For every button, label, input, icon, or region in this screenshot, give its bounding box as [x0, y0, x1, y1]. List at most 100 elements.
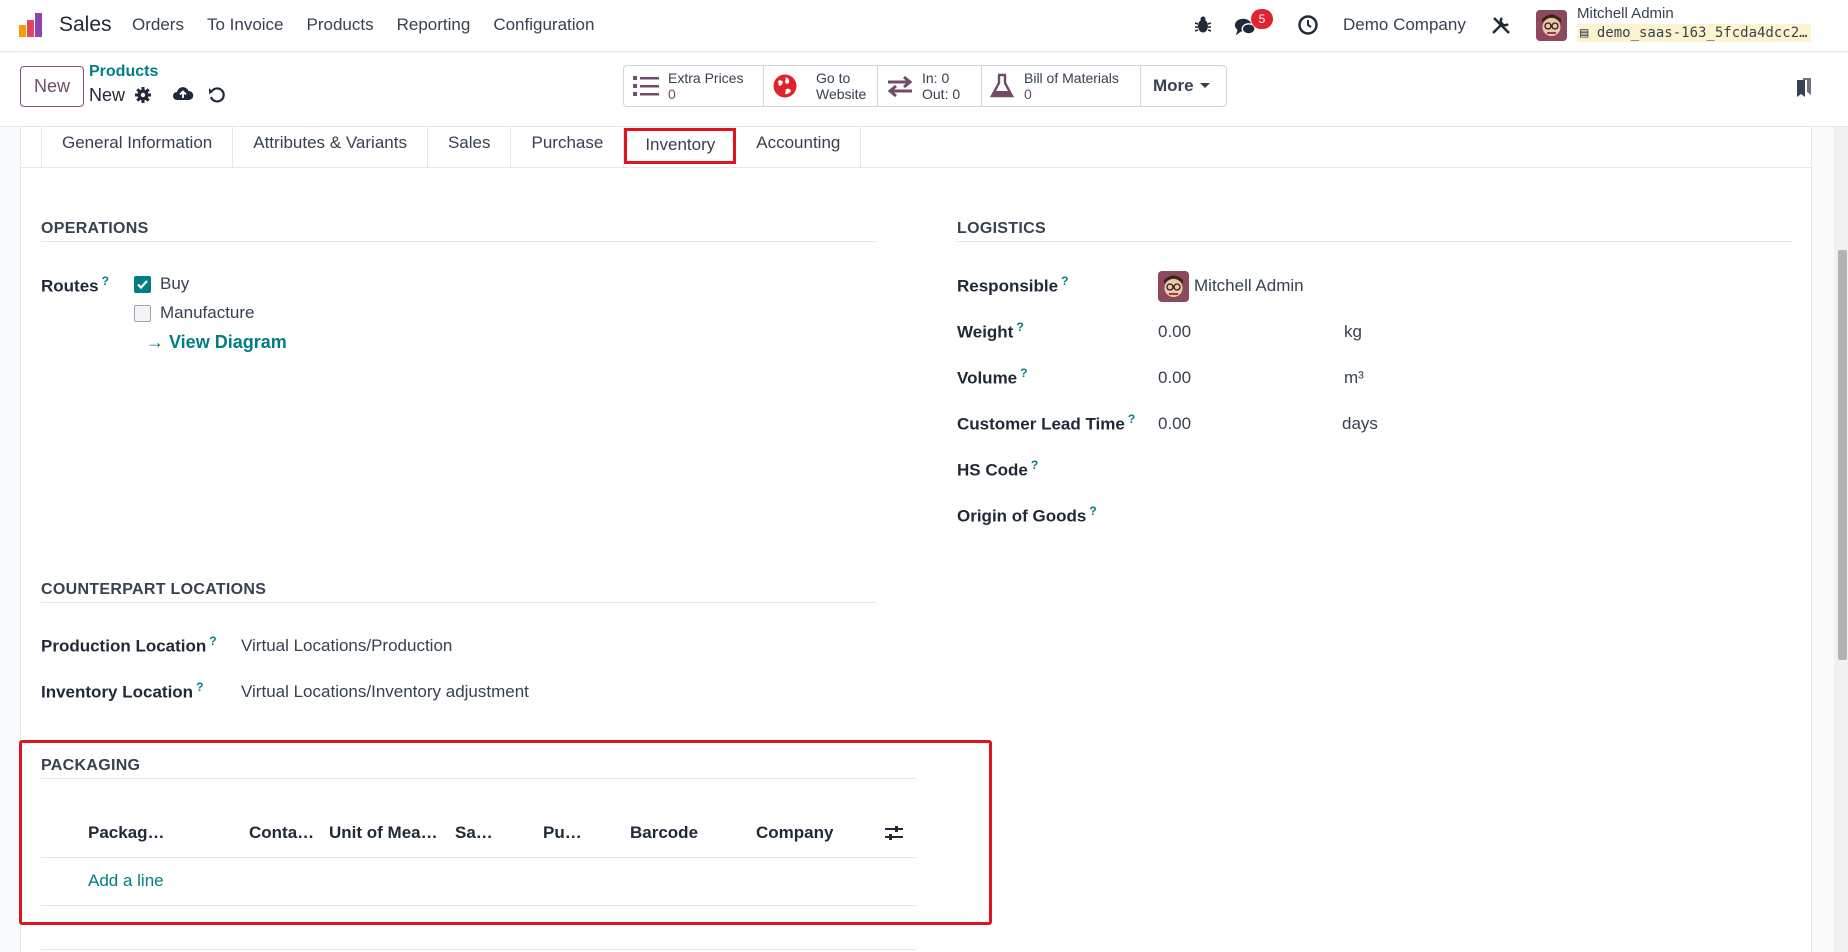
menu-configuration[interactable]: Configuration	[493, 15, 594, 35]
column-packaging[interactable]: Packag…	[88, 823, 165, 843]
column-company[interactable]: Company	[756, 823, 833, 843]
tab-accounting[interactable]: Accounting	[736, 127, 862, 167]
user-avatar[interactable]	[1536, 10, 1567, 41]
app-name[interactable]: Sales	[59, 13, 112, 37]
responsible-label: Responsible?	[957, 274, 1068, 297]
go-to-website-button[interactable]: Go to Website	[764, 66, 878, 106]
tab-purchase[interactable]: Purchase	[511, 127, 625, 167]
column-unit-of-measure[interactable]: Unit of Mea…	[329, 823, 438, 843]
help-icon[interactable]: ?	[1031, 458, 1038, 472]
globe-icon	[773, 74, 797, 98]
customer-lead-time-unit: days	[1342, 414, 1378, 433]
bill-of-materials-button[interactable]: Bill of Materials 0	[982, 66, 1141, 106]
origin-of-goods-label-text: Origin of Goods	[957, 506, 1087, 526]
discard-icon[interactable]	[208, 86, 226, 104]
tools-icon[interactable]	[1490, 14, 1512, 36]
hs-code-label: HS Code?	[957, 458, 1038, 481]
user-name[interactable]: Mitchell Admin	[1577, 5, 1674, 22]
route-manufacture-checkbox[interactable]	[134, 305, 151, 322]
help-icon[interactable]: ?	[209, 634, 216, 648]
database-icon: ▤	[1580, 25, 1597, 41]
production-location-value[interactable]: Virtual Locations/Production	[241, 636, 452, 656]
responsible-value[interactable]: Mitchell Admin	[1194, 276, 1304, 296]
help-icon[interactable]: ?	[196, 680, 203, 694]
extra-prices-label: Extra Prices	[668, 70, 744, 86]
customer-lead-time-input[interactable]: 0.00	[1158, 414, 1191, 434]
help-icon[interactable]: ?	[1128, 412, 1135, 426]
company-switcher[interactable]: Demo Company	[1343, 15, 1466, 35]
out-count: Out: 0	[922, 86, 961, 102]
scrollbar-thumb[interactable]	[1838, 250, 1847, 660]
smart-buttons: Extra Prices 0 Go to Website In: 0 Out: 0 B…	[623, 65, 1227, 107]
help-icon[interactable]: ?	[1020, 366, 1027, 380]
responsible-label-text: Responsible	[957, 276, 1059, 296]
save-cloud-icon[interactable]	[172, 84, 194, 104]
bookmarks-icon[interactable]	[1795, 77, 1813, 99]
tab-inventory[interactable]: Inventory	[624, 128, 737, 164]
production-location-label: Production Location?	[41, 634, 217, 657]
clock-icon[interactable]	[1297, 14, 1319, 36]
weight-input[interactable]: 0.00	[1158, 322, 1191, 342]
logistics-divider	[957, 241, 1792, 242]
production-location-label-text: Production Location	[41, 636, 207, 656]
help-icon[interactable]: ?	[1016, 320, 1023, 334]
add-a-line-link[interactable]: Add a line	[88, 871, 164, 891]
transfer-arrows-icon	[887, 75, 913, 98]
packaging-highlight	[19, 740, 992, 925]
menu-reporting[interactable]: Reporting	[397, 15, 471, 35]
help-icon[interactable]: ?	[102, 274, 109, 288]
new-button[interactable]: New	[20, 66, 84, 107]
inventory-location-label-text: Inventory Location	[41, 682, 194, 702]
main-menu: Orders To Invoice Products Reporting Con…	[132, 15, 617, 35]
bom-label: Bill of Materials	[1024, 70, 1119, 86]
operations-divider	[41, 241, 876, 242]
menu-products[interactable]: Products	[307, 15, 374, 35]
column-sales[interactable]: Sa…	[455, 823, 493, 843]
extra-prices-button[interactable]: Extra Prices 0	[624, 66, 764, 106]
inventory-location-value[interactable]: Virtual Locations/Inventory adjustment	[241, 682, 529, 702]
column-barcode[interactable]: Barcode	[630, 823, 698, 843]
tab-attributes-variants[interactable]: Attributes & Variants	[233, 127, 428, 167]
list-icon	[633, 76, 659, 96]
menu-orders[interactable]: Orders	[132, 15, 184, 35]
route-buy-label[interactable]: Buy	[160, 274, 189, 294]
customer-lead-time-label: Customer Lead Time?	[957, 412, 1135, 435]
route-buy-checkbox[interactable]	[134, 276, 151, 293]
tab-sales[interactable]: Sales	[428, 127, 512, 167]
tab-general-information[interactable]: General Information	[41, 127, 234, 167]
volume-label-text: Volume	[957, 368, 1018, 388]
origin-of-goods-input[interactable]	[1158, 502, 1758, 528]
hs-code-input[interactable]	[1158, 456, 1758, 482]
customer-lead-time-label-text: Customer Lead Time	[957, 414, 1125, 434]
messages-badge: 5	[1251, 9, 1273, 29]
notebook-tabs: General Information Attributes & Variant…	[20, 127, 1812, 168]
optional-columns-icon[interactable]	[884, 824, 904, 842]
view-diagram-link[interactable]: → View Diagram	[146, 332, 287, 353]
database-name: ▤ demo_saas-163_5fcda4dcc2…	[1577, 24, 1811, 42]
breadcrumb-products[interactable]: Products	[89, 63, 158, 81]
volume-input[interactable]: 0.00	[1158, 368, 1191, 388]
column-contained-quantity[interactable]: Conta…	[249, 823, 314, 843]
packaging-header-divider	[41, 857, 916, 858]
in-count: In: 0	[922, 70, 950, 86]
bug-icon[interactable]	[1192, 14, 1214, 36]
operations-title: OPERATIONS	[41, 220, 149, 237]
caret-down-icon	[1199, 83, 1210, 88]
help-icon[interactable]: ?	[1061, 274, 1068, 288]
menu-to-invoice[interactable]: To Invoice	[207, 15, 284, 35]
help-icon[interactable]: ?	[1089, 504, 1096, 518]
gear-icon[interactable]	[134, 86, 152, 104]
origin-of-goods-label: Origin of Goods?	[957, 504, 1097, 527]
column-purchase[interactable]: Pu…	[543, 823, 582, 843]
more-label: More	[1153, 76, 1194, 95]
flask-icon	[990, 73, 1014, 98]
route-manufacture-label[interactable]: Manufacture	[160, 303, 255, 323]
responsible-avatar	[1158, 271, 1189, 302]
go-to-label: Go to	[816, 70, 851, 86]
sales-app-logo[interactable]	[18, 11, 46, 39]
control-panel: New Products New Extra Prices 0 Go to We…	[0, 53, 1848, 127]
more-dropdown[interactable]: More	[1141, 66, 1226, 106]
in-out-button[interactable]: In: 0 Out: 0	[878, 66, 982, 106]
routes-label: Routes?	[41, 274, 109, 297]
extra-prices-count: 0	[668, 86, 676, 102]
